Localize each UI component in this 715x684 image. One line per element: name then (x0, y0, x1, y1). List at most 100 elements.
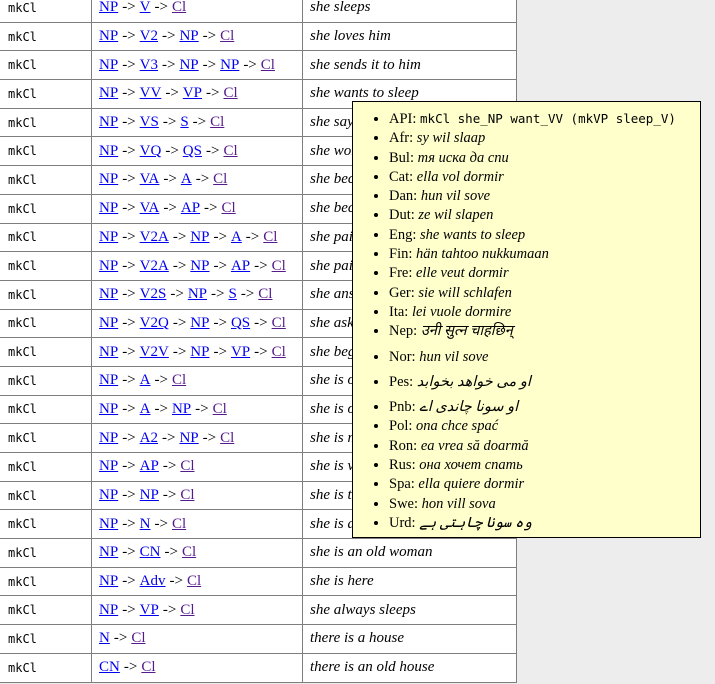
category-link[interactable]: NP (179, 57, 198, 73)
category-link[interactable]: V2S (140, 286, 167, 302)
category-link[interactable]: NP (188, 286, 207, 302)
category-link[interactable]: NP (190, 258, 209, 274)
category-link[interactable]: Cl (213, 171, 227, 187)
category-link[interactable]: NP (99, 114, 118, 130)
category-link[interactable]: NP (99, 344, 118, 360)
category-link[interactable]: NP (220, 57, 239, 73)
category-link[interactable]: CN (99, 659, 120, 675)
category-link[interactable]: NP (99, 85, 118, 101)
category-link[interactable]: Cl (187, 573, 201, 589)
category-link[interactable]: NP (99, 315, 118, 331)
category-link[interactable]: NP (99, 516, 118, 532)
category-link[interactable]: N (140, 516, 151, 532)
category-link[interactable]: AP (140, 458, 159, 474)
category-link[interactable]: N (99, 630, 110, 646)
category-link[interactable]: NP (99, 286, 118, 302)
category-link[interactable]: V2A (140, 258, 169, 274)
category-link[interactable]: Cl (222, 200, 236, 216)
category-link[interactable]: NP (172, 401, 191, 417)
category-link[interactable]: VP (183, 85, 202, 101)
category-link[interactable]: Cl (172, 0, 186, 15)
category-link[interactable]: A (231, 229, 242, 245)
category-link[interactable]: NP (99, 229, 118, 245)
category-link[interactable]: A (140, 372, 151, 388)
function-name-cell: mkCl (0, 539, 92, 568)
category-link[interactable]: Cl (131, 630, 145, 646)
category-link[interactable]: Cl (180, 602, 194, 618)
category-link[interactable]: Cl (220, 28, 234, 44)
category-link[interactable]: NP (99, 602, 118, 618)
category-link[interactable]: NP (99, 401, 118, 417)
category-link[interactable]: NP (99, 0, 118, 15)
category-link[interactable]: NP (99, 372, 118, 388)
category-link[interactable]: NP (99, 430, 118, 446)
category-link[interactable]: Cl (180, 458, 194, 474)
translation-item: Ron: ea vrea să doarmă (389, 437, 700, 456)
category-link[interactable]: V (140, 0, 151, 15)
category-link[interactable]: Cl (272, 315, 286, 331)
category-link[interactable]: V2Q (140, 315, 169, 331)
category-link[interactable]: NP (99, 573, 118, 589)
category-link[interactable]: NP (190, 229, 209, 245)
rule-cell: NP->Adv->Cl (92, 567, 303, 596)
translation-item: Nep: उनी सुत्न चाहछिन् (389, 322, 700, 341)
arrow-text: -> (254, 344, 267, 360)
category-link[interactable]: Cl (263, 229, 277, 245)
category-link[interactable]: Cl (223, 143, 237, 159)
category-link[interactable]: NP (99, 258, 118, 274)
category-link[interactable]: Cl (258, 286, 272, 302)
category-link[interactable]: VA (140, 171, 160, 187)
category-link[interactable]: NP (179, 430, 198, 446)
category-link[interactable]: VS (140, 114, 159, 130)
category-link[interactable]: NP (99, 200, 118, 216)
function-name-cell: mkCl (0, 366, 92, 395)
category-link[interactable]: VQ (140, 143, 162, 159)
arrow-text: -> (246, 229, 259, 245)
category-link[interactable]: Cl (220, 430, 234, 446)
category-link[interactable]: Adv (140, 573, 166, 589)
category-link[interactable]: A2 (140, 430, 158, 446)
category-link[interactable]: NP (99, 28, 118, 44)
example-cell: she is here (303, 567, 517, 596)
category-link[interactable]: Cl (213, 401, 227, 417)
category-link[interactable]: NP (99, 143, 118, 159)
category-link[interactable]: Cl (210, 114, 224, 130)
arrow-text: -> (122, 28, 135, 44)
category-link[interactable]: CN (140, 544, 161, 560)
category-link[interactable]: NP (190, 315, 209, 331)
category-link[interactable]: VV (140, 85, 162, 101)
category-link[interactable]: VP (231, 344, 250, 360)
category-link[interactable]: Cl (261, 57, 275, 73)
category-link[interactable]: NP (99, 544, 118, 560)
category-link[interactable]: QS (231, 315, 250, 331)
category-link[interactable]: QS (183, 143, 202, 159)
category-link[interactable]: Cl (223, 85, 237, 101)
category-link[interactable]: A (181, 171, 192, 187)
category-link[interactable]: V2 (140, 28, 158, 44)
category-link[interactable]: Cl (141, 659, 155, 675)
category-link[interactable]: AP (181, 200, 200, 216)
category-link[interactable]: V2V (140, 344, 169, 360)
category-link[interactable]: Cl (272, 344, 286, 360)
category-link[interactable]: AP (231, 258, 250, 274)
category-link[interactable]: Cl (172, 516, 186, 532)
category-link[interactable]: NP (190, 344, 209, 360)
category-link[interactable]: Cl (182, 544, 196, 560)
category-link[interactable]: A (140, 401, 151, 417)
category-link[interactable]: NP (99, 171, 118, 187)
category-link[interactable]: NP (140, 487, 159, 503)
arrow-text: -> (122, 544, 135, 560)
category-link[interactable]: NP (99, 57, 118, 73)
category-link[interactable]: Cl (172, 372, 186, 388)
category-link[interactable]: Cl (180, 487, 194, 503)
category-link[interactable]: Cl (272, 258, 286, 274)
category-link[interactable]: VP (140, 602, 159, 618)
category-link[interactable]: NP (99, 458, 118, 474)
category-link[interactable]: NP (99, 487, 118, 503)
category-link[interactable]: S (228, 286, 236, 302)
category-link[interactable]: S (180, 114, 188, 130)
category-link[interactable]: NP (179, 28, 198, 44)
category-link[interactable]: VA (140, 200, 160, 216)
category-link[interactable]: V2A (140, 229, 169, 245)
category-link[interactable]: V3 (140, 57, 158, 73)
